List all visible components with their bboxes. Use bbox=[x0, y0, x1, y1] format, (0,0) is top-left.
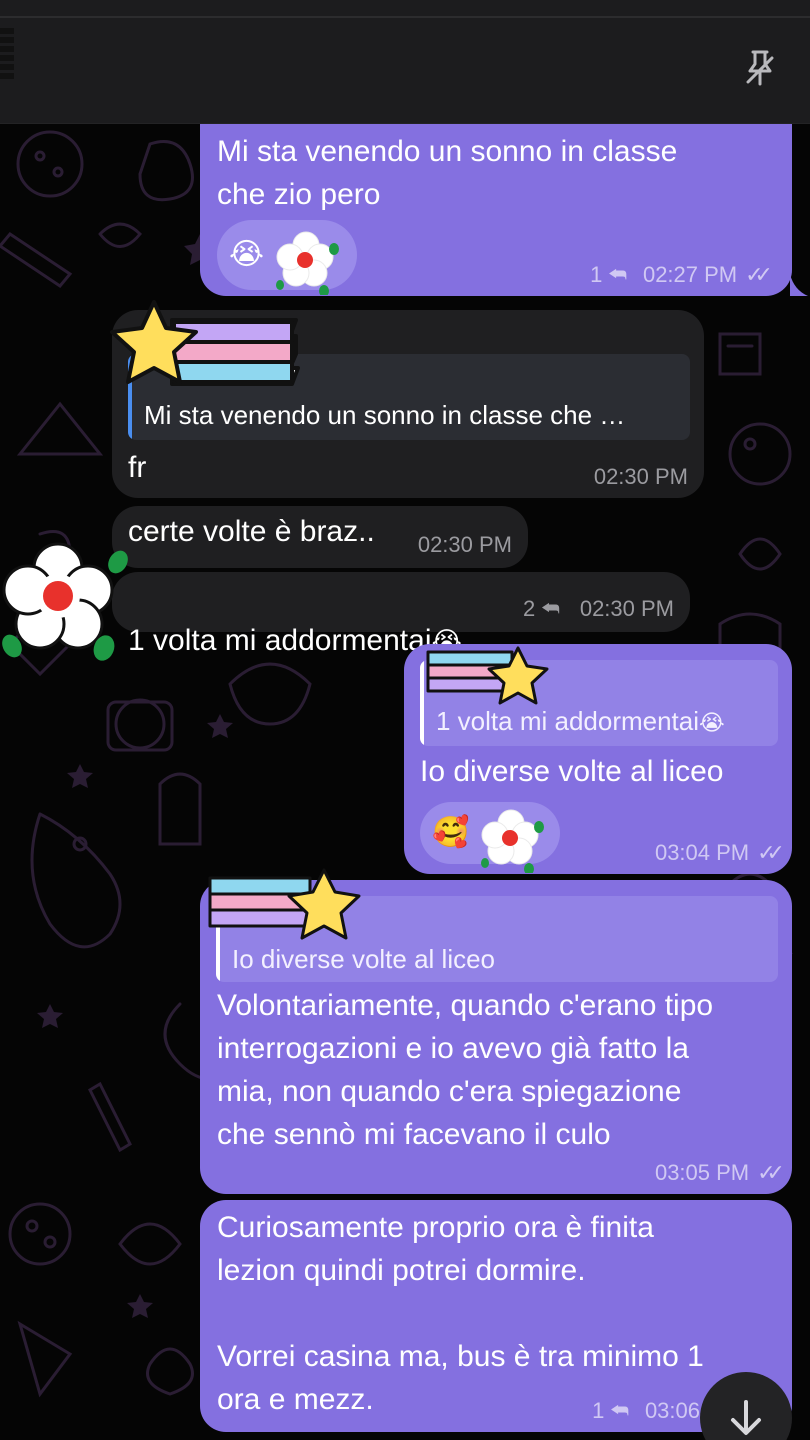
chat-header bbox=[0, 0, 810, 124]
quote-text-content: 1 volta mi addormentai bbox=[436, 706, 700, 736]
shooting-star-sticker bbox=[110, 300, 300, 386]
message-bubble-outgoing[interactable]: Curiosamente proprio ora è finita lezion… bbox=[200, 1200, 792, 1432]
double-check-icon: ✓✓ bbox=[745, 262, 773, 287]
message-meta: 1 ⮪ 02:27 PM ✓✓ bbox=[590, 262, 773, 288]
message-meta: 02:30 PM bbox=[594, 464, 688, 490]
message-text: Mi sta venendo un sonno in classe che zi… bbox=[217, 135, 678, 211]
quote-text: Mi sta venendo un sonno in classe che … bbox=[144, 400, 626, 430]
message-time: 03:04 PM bbox=[654, 840, 750, 865]
message-text: Io diverse volte al liceo bbox=[420, 755, 724, 788]
message-time: 03:05 PM bbox=[654, 1160, 750, 1185]
message-text: Volontariamente, quando c'erano tipo int… bbox=[217, 989, 714, 1151]
double-check-icon: ✓✓ bbox=[757, 1160, 785, 1185]
reactions-bar[interactable]: 😭 bbox=[217, 220, 357, 295]
bubble-tail bbox=[790, 274, 808, 296]
message-meta: 02:30 PM bbox=[418, 532, 512, 558]
flower-sticker-reaction[interactable] bbox=[475, 801, 547, 873]
message-text: Curiosamente proprio ora è finita lezion… bbox=[217, 1211, 704, 1416]
reply-arrow-icon: ⮪ bbox=[608, 263, 627, 286]
reply-arrow-icon: ⮪ bbox=[541, 597, 560, 620]
message-meta: 1 ⮪ 03:06 bbox=[592, 1398, 700, 1424]
shooting-star-sticker bbox=[208, 868, 361, 940]
quote-text: Io diverse volte al liceo bbox=[232, 944, 496, 974]
message-time: 02:30 PM bbox=[593, 464, 688, 489]
message-time: 02:30 PM bbox=[579, 596, 674, 621]
chat-area[interactable]: Mi sta venendo un sonno in classe che zi… bbox=[0, 124, 810, 1440]
reply-count: 1 bbox=[592, 1398, 605, 1423]
reaction-emoji[interactable]: 🥰 bbox=[432, 818, 469, 848]
message-time: 02:27 PM bbox=[642, 262, 738, 287]
message-meta: 03:04 PM ✓✓ bbox=[654, 840, 785, 866]
message-text-content: 1 volta mi addormentai bbox=[128, 624, 432, 657]
arrow-down-icon bbox=[731, 1400, 761, 1435]
message-meta: 03:05 PM ✓✓ bbox=[654, 1160, 785, 1186]
redacted-area bbox=[0, 28, 14, 80]
shooting-star-sticker bbox=[426, 646, 549, 705]
message-time: 03:06 bbox=[644, 1398, 700, 1423]
message-meta: 2 ⮪ 02:30 PM bbox=[523, 596, 674, 622]
quote-emoji: 😭 bbox=[699, 710, 725, 735]
flower-sticker-reaction[interactable] bbox=[270, 223, 342, 295]
message-bubble-incoming[interactable]: certe volte è braz.. 02:30 PM bbox=[112, 506, 528, 568]
reply-count: 2 bbox=[522, 596, 536, 621]
flower-sticker bbox=[2, 542, 128, 661]
double-check-icon: ✓✓ bbox=[757, 840, 785, 865]
reply-count: 1 bbox=[590, 262, 603, 287]
message-bubble-outgoing[interactable]: Mi sta venendo un sonno in classe che zi… bbox=[200, 124, 792, 296]
reaction-emoji[interactable]: 😭 bbox=[229, 240, 264, 270]
reactions-bar[interactable]: 🥰 bbox=[420, 802, 560, 873]
quote-text: 1 volta mi addormentai😭 bbox=[436, 706, 776, 737]
header-top-divider bbox=[0, 16, 810, 18]
reply-arrow-icon: ⮪ bbox=[610, 1399, 629, 1422]
message-time: 02:30 PM bbox=[417, 532, 512, 557]
message-bubble-incoming[interactable]: 1 volta mi addormentai😭 2 ⮪ 02:30 PM bbox=[112, 572, 690, 657]
message-text: certe volte è braz.. bbox=[128, 515, 375, 548]
message-text: fr bbox=[128, 451, 147, 484]
unpin-icon[interactable] bbox=[742, 48, 778, 88]
